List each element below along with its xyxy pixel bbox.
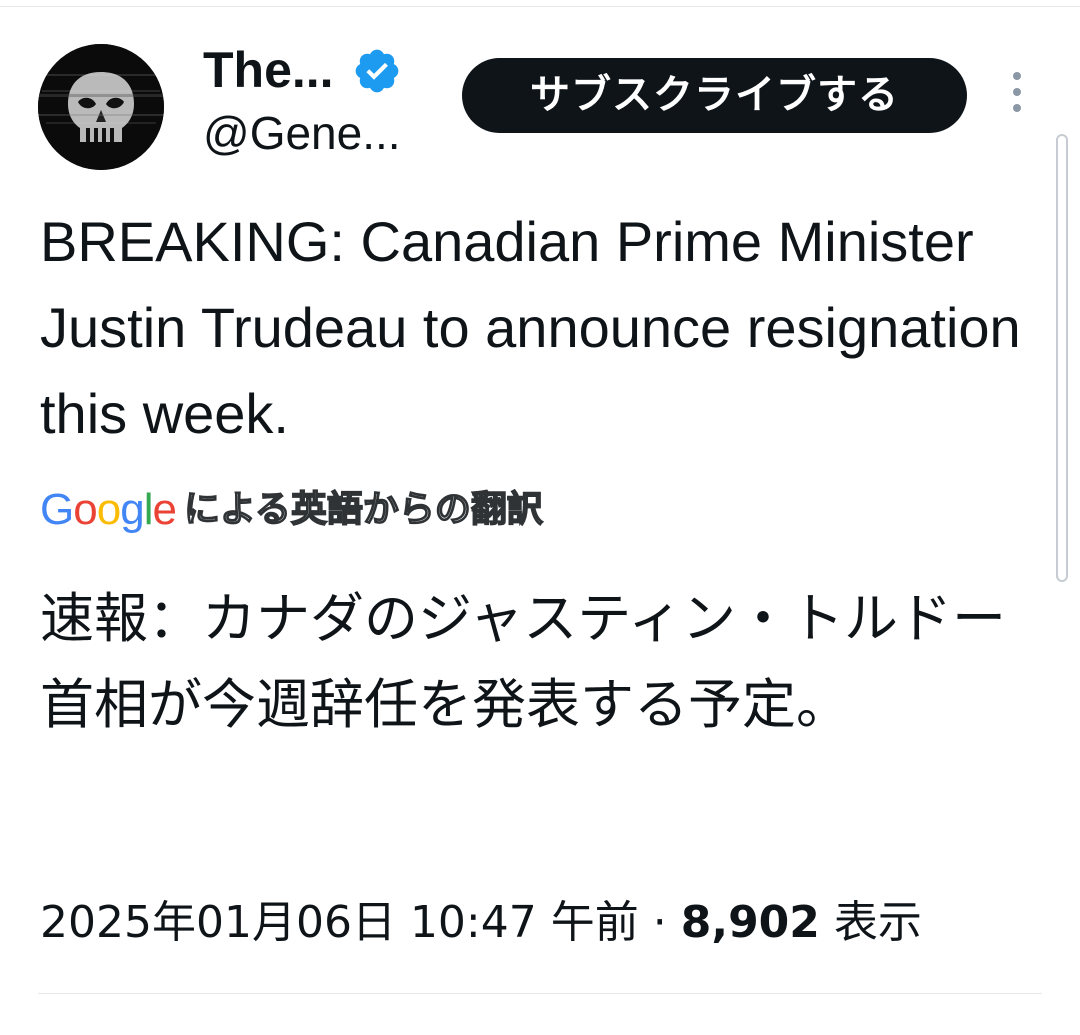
- scrollbar-thumb[interactable]: [1056, 134, 1068, 582]
- more-vertical-icon[interactable]: [1006, 72, 1028, 116]
- punisher-skull-icon: [38, 44, 164, 170]
- translation-label: による英語からの翻訳: [183, 488, 543, 531]
- avatar[interactable]: [38, 44, 164, 170]
- tweet-text: BREAKING: Canadian Prime Minister Justin…: [40, 210, 1021, 445]
- bottom-divider: [38, 993, 1042, 994]
- translation-attribution[interactable]: Google による英語からの翻訳: [40, 482, 544, 538]
- subscribe-button[interactable]: サブスクライブする: [462, 58, 967, 133]
- translated-text: 速報：カナダのジャスティン・トルドー首相が今週辞任を発表する予定。: [40, 587, 1007, 736]
- views-count[interactable]: 8,902: [681, 897, 820, 948]
- verified-badge-icon: [352, 46, 402, 96]
- user-handle[interactable]: @Gene...: [203, 105, 401, 161]
- meta-separator: ·: [652, 897, 667, 948]
- display-name[interactable]: The...: [203, 40, 334, 100]
- views-label: 表示: [833, 897, 922, 948]
- google-logo: Google: [40, 485, 177, 534]
- top-divider: [0, 0, 1080, 7]
- tweet-meta: 2025年01月06日 10:47 午前 · 8,902 表示: [40, 890, 922, 956]
- timestamp[interactable]: 2025年01月06日 10:47 午前: [40, 897, 639, 948]
